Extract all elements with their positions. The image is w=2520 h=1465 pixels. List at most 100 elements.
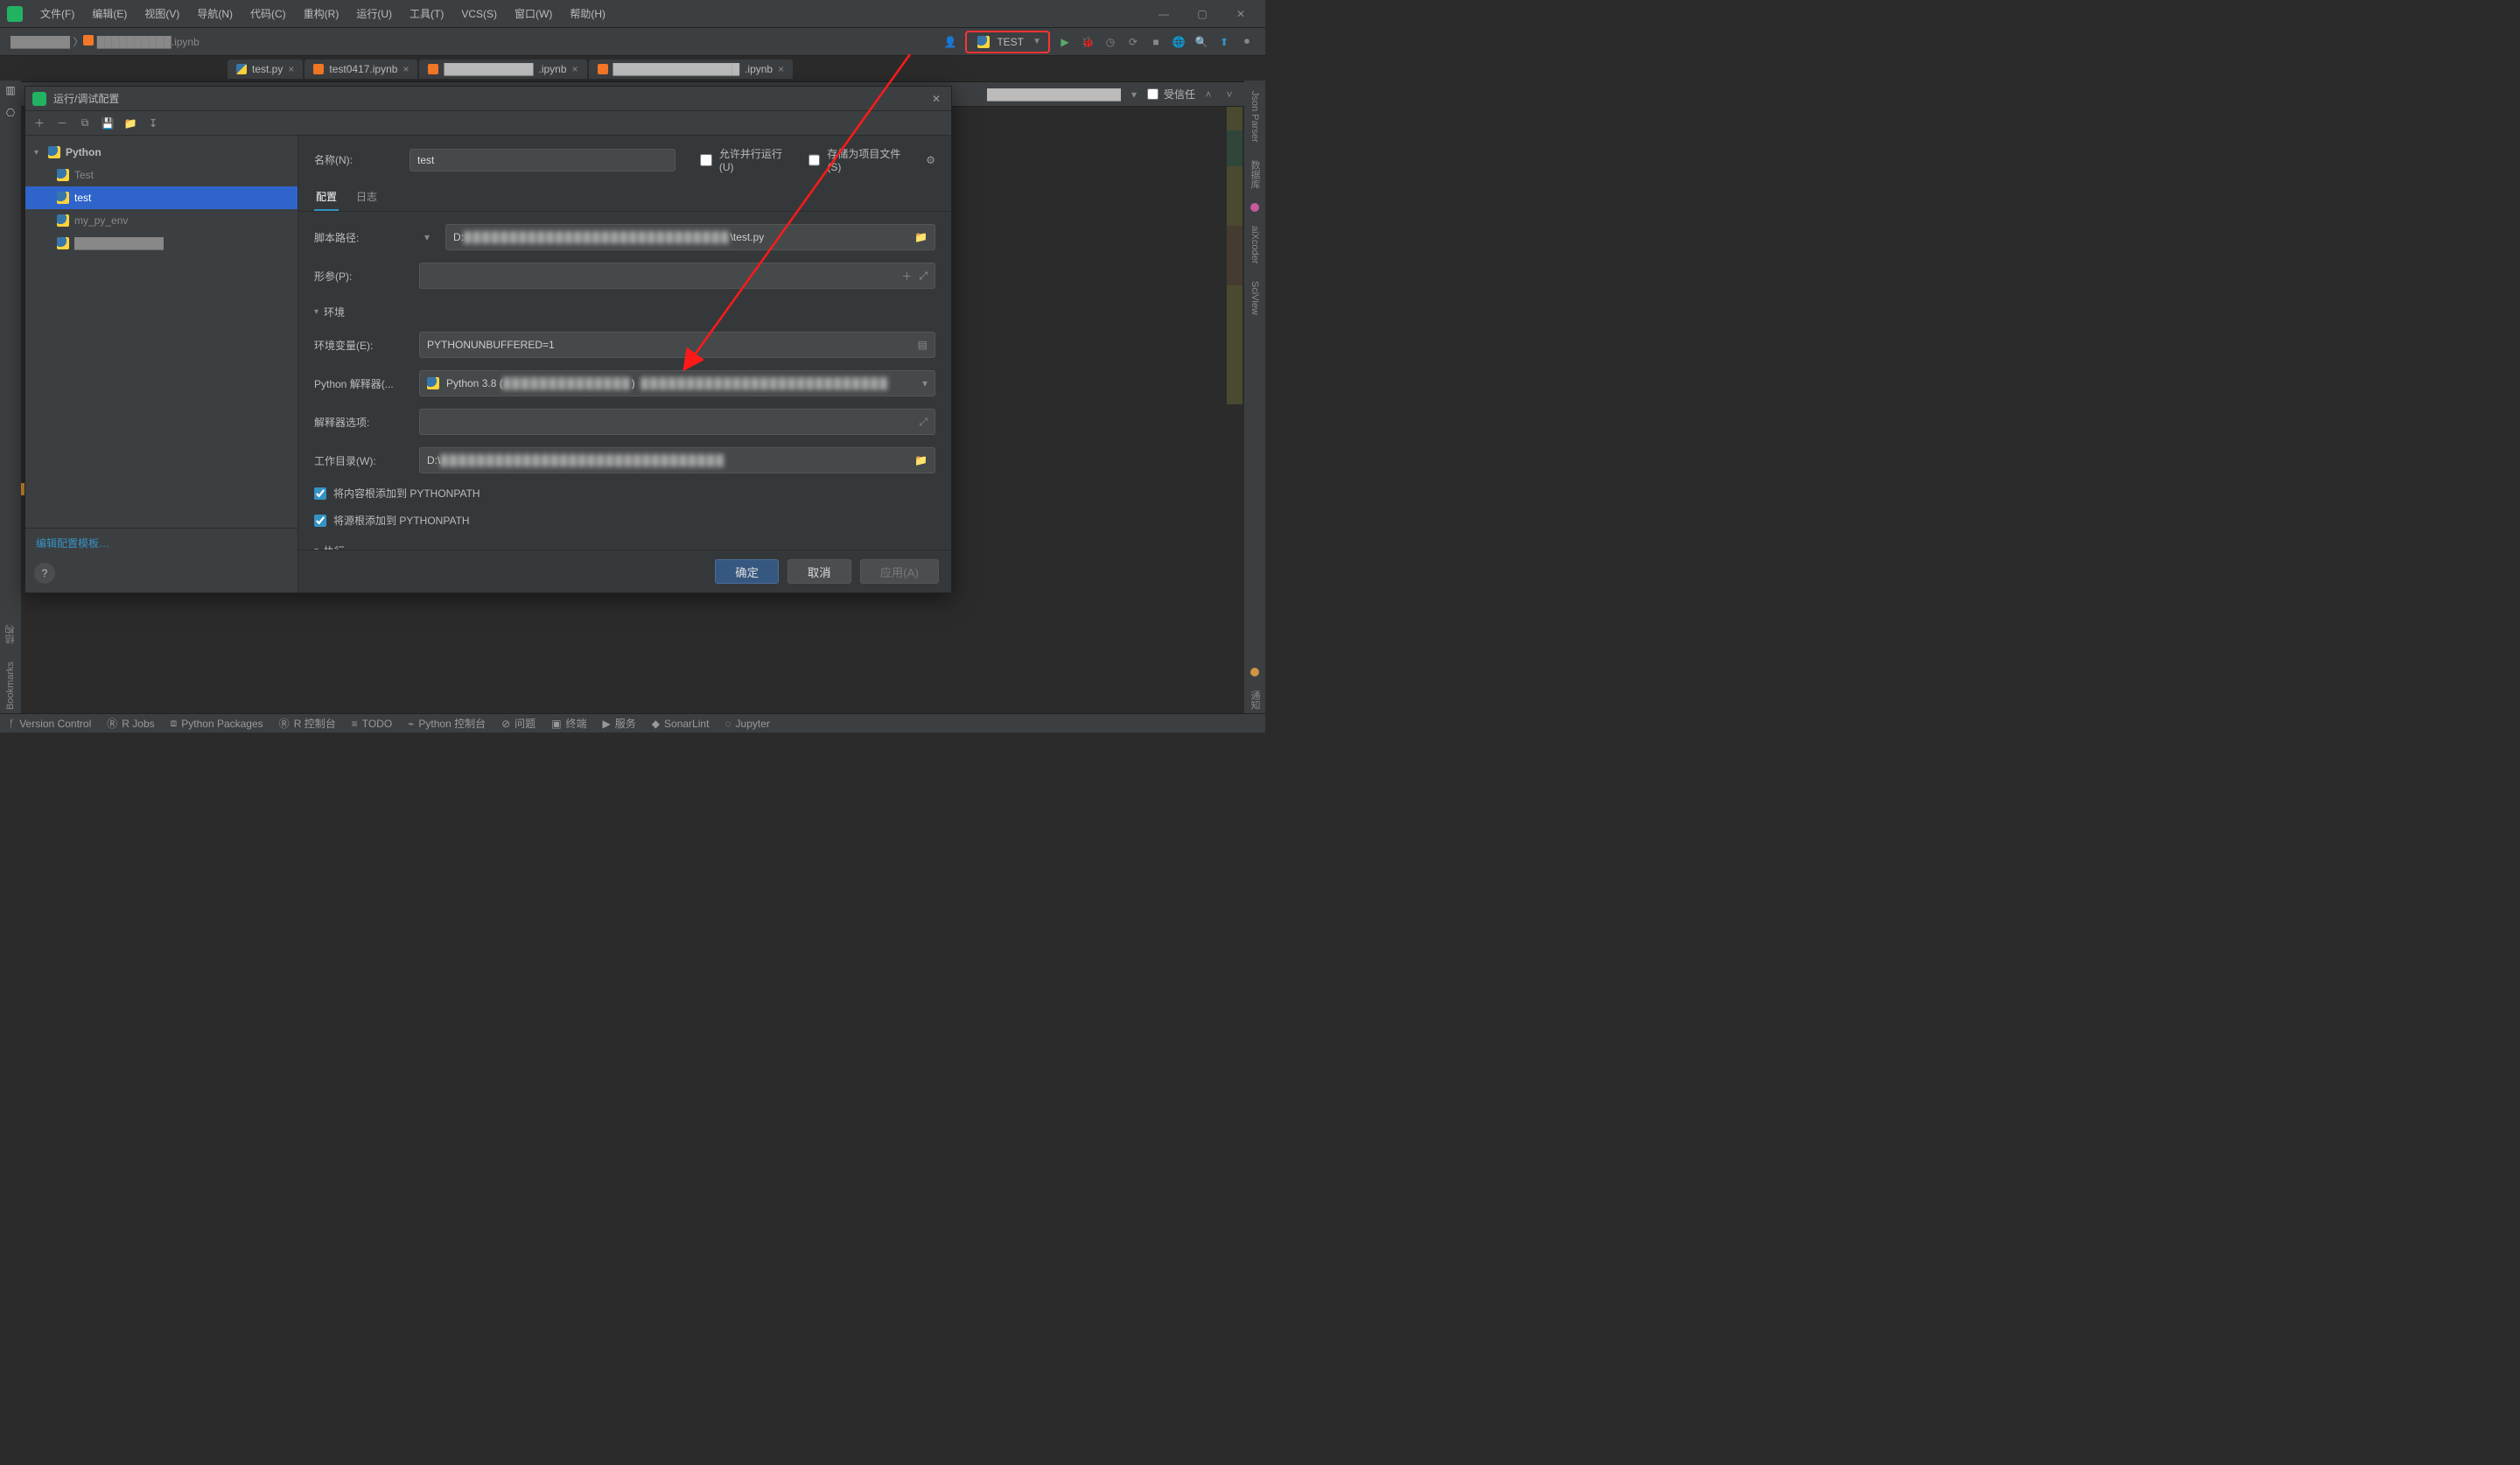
env-section-header[interactable]: ▾ 环境 (314, 305, 935, 319)
prev-icon[interactable]: ˄ (1200, 87, 1216, 102)
project-icon[interactable]: ▥ (5, 84, 15, 96)
save-config-icon[interactable]: 💾 (101, 117, 115, 130)
params-field[interactable]: ＋ ⤢ (419, 263, 935, 289)
menu-navigate[interactable]: 导航(N) (190, 3, 240, 25)
allow-parallel-checkbox[interactable]: 允许并行运行(U) (700, 146, 796, 173)
search-icon[interactable]: 🔍 (1194, 34, 1209, 50)
tab-file[interactable]: test0417.ipynb × (304, 60, 417, 79)
tab-config[interactable]: 配置 (314, 184, 339, 211)
status-terminal[interactable]: ▣ 终端 (551, 716, 586, 731)
cancel-button[interactable]: 取消 (788, 559, 851, 584)
close-icon[interactable]: ✕ (928, 93, 944, 105)
working-dir-field[interactable]: D:\███████████████████████████████ 📁 (419, 447, 935, 473)
tree-item-test-upper[interactable]: Test (25, 164, 298, 186)
status-jupyter[interactable]: ◌ Jupyter (724, 718, 770, 730)
expand-icon[interactable]: ⤢ (919, 270, 928, 283)
interpreter-options-field[interactable]: ⤢ (419, 409, 935, 435)
status-python-packages[interactable]: ⧈ Python Packages (171, 717, 263, 730)
tab-file[interactable]: █████████████████.ipynb × (589, 60, 794, 79)
store-project-file-checkbox[interactable]: 存储为项目文件(S) (808, 146, 914, 173)
minimap-scrollbar[interactable] (1227, 107, 1242, 404)
tree-item-pixelated[interactable]: ████████████ (25, 232, 298, 255)
bookmarks-tab[interactable]: Bookmarks (5, 658, 16, 713)
menu-help[interactable]: 帮助(H) (563, 3, 612, 25)
add-icon[interactable]: ＋ (901, 269, 912, 284)
status-r-jobs[interactable]: Ⓡ R Jobs (107, 716, 154, 731)
menu-tools[interactable]: 工具(T) (402, 3, 451, 25)
minimize-icon[interactable]: — (1146, 4, 1181, 24)
menu-vcs[interactable]: VCS(S) (454, 4, 504, 24)
add-content-roots-checkbox[interactable]: 将内容根添加到 PYTHONPATH (314, 486, 935, 501)
menu-file[interactable]: 文件(F) (33, 3, 81, 25)
run-config-selector[interactable]: TEST ▼ (965, 31, 1050, 53)
close-tab-icon[interactable]: × (288, 63, 294, 75)
tree-root-python[interactable]: ▾ Python (25, 141, 298, 164)
add-config-icon[interactable]: ＋ (32, 116, 46, 130)
add-source-roots-checkbox[interactable]: 将源根添加到 PYTHONPATH (314, 513, 935, 528)
locale-icon[interactable]: 🌐 (1171, 34, 1186, 50)
browse-icon[interactable]: 📁 (914, 454, 928, 466)
tab-file[interactable]: ████████████.ipynb × (419, 60, 586, 79)
next-icon[interactable]: ˅ (1222, 87, 1237, 102)
ok-button[interactable]: 确定 (715, 559, 779, 584)
apply-button[interactable]: 应用(A) (860, 559, 939, 584)
status-problems[interactable]: ⊘ 问题 (501, 716, 536, 731)
close-tab-icon[interactable]: × (778, 63, 784, 75)
close-tab-icon[interactable]: × (402, 63, 409, 75)
menu-window[interactable]: 窗口(W) (508, 3, 559, 25)
notebook-controls[interactable]: ██████████████████ (987, 88, 1121, 101)
structure-tab[interactable]: 结构 (4, 621, 18, 648)
commit-icon[interactable]: ⎔ (6, 107, 15, 119)
gear-icon[interactable]: ⚙ (926, 154, 935, 166)
sciview-tab[interactable]: SciView (1250, 277, 1260, 319)
status-r-console[interactable]: Ⓡ R 控制台 (279, 716, 336, 731)
user-icon[interactable]: 👤 (942, 34, 958, 50)
run-icon[interactable]: ▶ (1057, 34, 1073, 50)
close-window-icon[interactable]: ✕ (1223, 4, 1258, 24)
menu-edit[interactable]: 编辑(E) (85, 3, 134, 25)
maximize-icon[interactable]: ▢ (1185, 4, 1220, 24)
menu-code[interactable]: 代码(C) (243, 3, 293, 25)
close-tab-icon[interactable]: × (572, 63, 578, 75)
status-python-console[interactable]: ⌁ Python 控制台 (408, 716, 486, 731)
chevron-down-icon[interactable]: ▾ (419, 229, 435, 245)
breadcrumb[interactable]: ████████ 〉 ██████████.ipynb (10, 34, 200, 49)
menu-view[interactable]: 视图(V) (137, 3, 186, 25)
interpreter-field[interactable]: Python 3.8 (██████████████) ████████████… (419, 370, 935, 396)
menu-refactor[interactable]: 重构(R) (297, 3, 346, 25)
status-todo[interactable]: ≡ TODO (352, 718, 392, 730)
status-services[interactable]: ▶ 服务 (603, 716, 636, 731)
debug-icon[interactable]: 🐞 (1080, 34, 1096, 50)
update-icon[interactable]: ⬆ (1216, 34, 1232, 50)
json-parser-tab[interactable]: Json Parser (1250, 88, 1260, 146)
folder-icon[interactable]: 📁 (123, 117, 137, 130)
profile-icon[interactable]: ⟳ (1125, 34, 1141, 50)
sort-icon[interactable]: ↧ (146, 117, 160, 130)
tree-item-test[interactable]: test (25, 186, 298, 209)
remove-config-icon[interactable]: － (55, 116, 69, 130)
notifications-tab[interactable]: 通知 (1248, 687, 1262, 713)
env-vars-field[interactable]: PYTHONUNBUFFERED=1 ▤ (419, 332, 935, 358)
execute-section-header[interactable]: ▾ 执行 (314, 543, 935, 550)
list-icon[interactable]: ▤ (918, 339, 928, 351)
coverage-icon[interactable]: ◷ (1102, 34, 1118, 50)
status-sonarlint[interactable]: ◆ SonarLint (652, 718, 710, 730)
stop-icon[interactable]: ■ (1148, 34, 1164, 50)
expand-icon[interactable]: ⤢ (919, 416, 928, 429)
aixcoder-icon[interactable] (1250, 203, 1259, 212)
edit-templates-link[interactable]: 编辑配置模板… (36, 537, 109, 550)
script-path-field[interactable]: D:█████████████████████████████\test.py … (445, 224, 935, 250)
menu-run[interactable]: 运行(U) (349, 3, 399, 25)
browse-icon[interactable]: 📁 (914, 231, 928, 243)
trusted-checkbox[interactable]: 受信任 (1147, 87, 1195, 102)
database-tab[interactable]: 数据库 (1248, 157, 1262, 193)
copy-config-icon[interactable]: ⧉ (78, 116, 92, 130)
status-vcs[interactable]: ᚶ Version Control (9, 718, 91, 730)
tab-file[interactable]: test.py × (228, 60, 303, 79)
tree-item-my-py-env[interactable]: my_py_env (25, 209, 298, 232)
help-icon[interactable]: ? (34, 563, 55, 584)
name-input[interactable] (410, 149, 676, 172)
ide-features-icon[interactable]: ⏺ (1239, 34, 1255, 50)
aixcoder-tab[interactable]: aiXcoder (1250, 222, 1260, 267)
tab-log[interactable]: 日志 (354, 184, 379, 211)
